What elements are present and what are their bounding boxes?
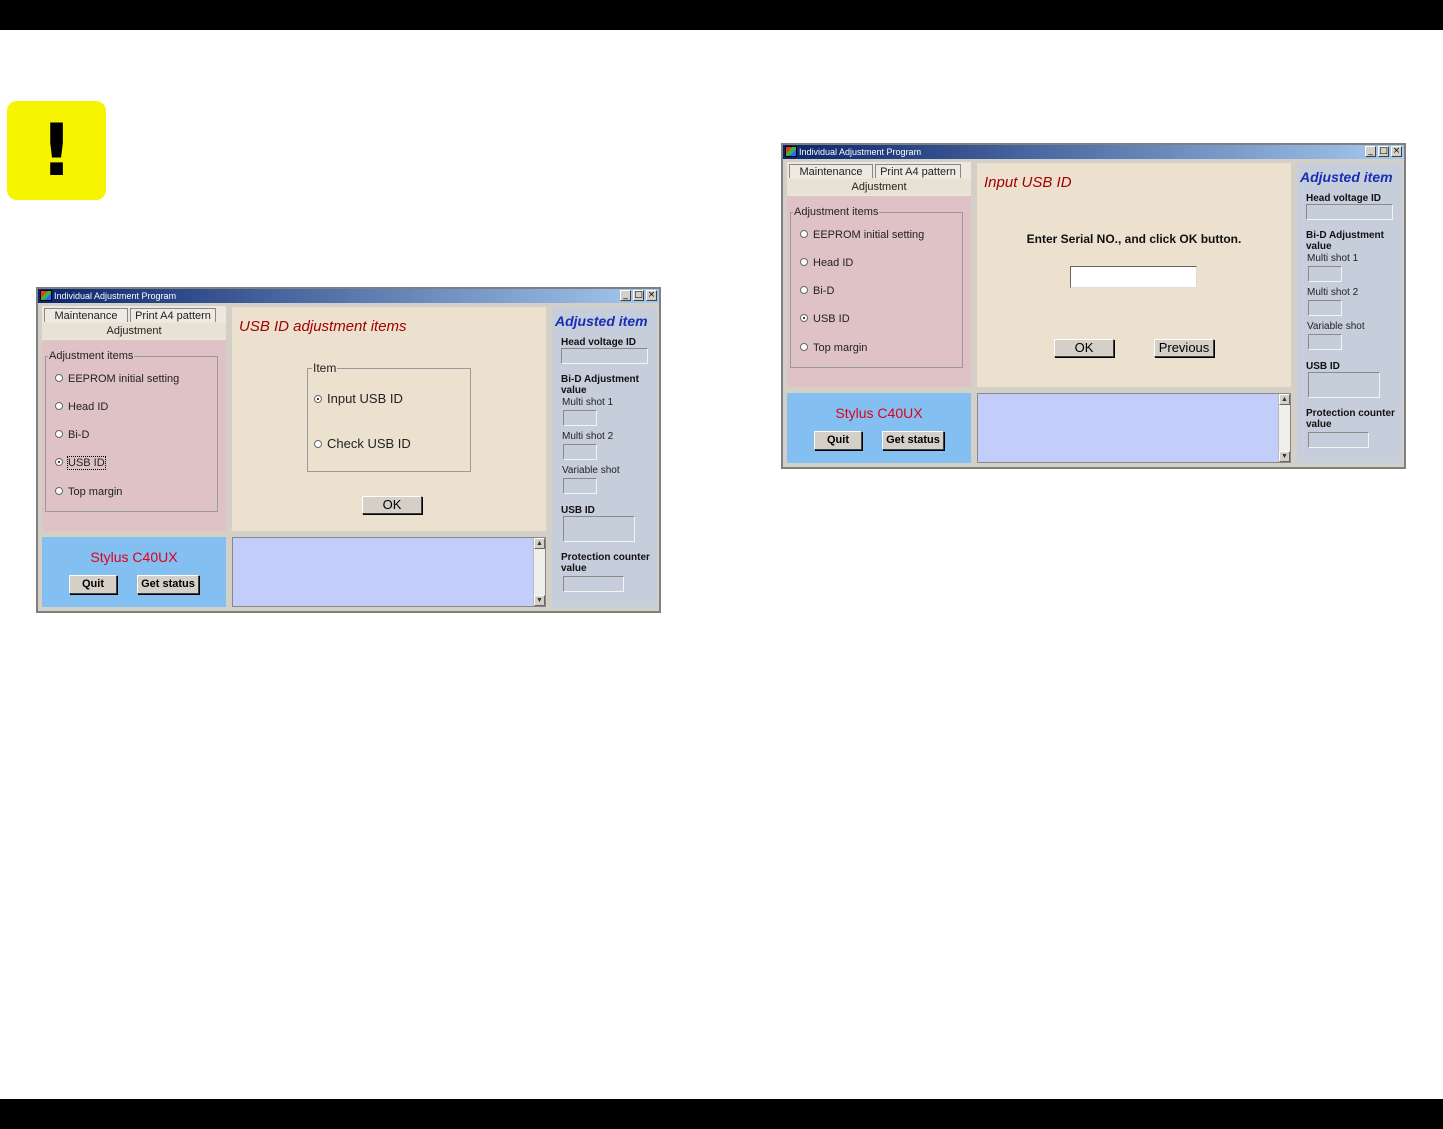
adjustment-items-area: Adjustment items EEPROM initial setting … [787, 196, 971, 387]
multi-shot-2-label: Multi shot 2 [562, 431, 614, 442]
window-title: Individual Adjustment Program [799, 147, 922, 157]
main-panel: USB ID adjustment items Item Input USB I… [232, 307, 546, 531]
left-panel: Maintenance Print A4 pattern Adjustment … [42, 306, 226, 531]
multi-shot-1-label: Multi shot 1 [562, 397, 614, 408]
adjustment-window-1: Individual Adjustment Program _ □ × Main… [36, 287, 661, 613]
adjusted-item-title: Adjusted item [1300, 169, 1393, 185]
scroll-down-icon[interactable]: ▼ [534, 595, 545, 606]
adjusted-item-title: Adjusted item [555, 313, 648, 329]
model-panel: Stylus C40UX Quit Get status [787, 393, 971, 463]
caution-icon: ! [7, 101, 106, 200]
get-status-button[interactable]: Get status [882, 431, 944, 450]
quit-button[interactable]: Quit [814, 431, 862, 450]
model-panel: Stylus C40UX Quit Get status [42, 537, 226, 607]
close-icon[interactable]: × [646, 290, 657, 301]
maximize-icon[interactable]: □ [633, 290, 644, 301]
multi-shot-1-value [1308, 266, 1342, 282]
window-title: Individual Adjustment Program [54, 291, 177, 301]
model-name: Stylus C40UX [835, 405, 923, 421]
radio-top-margin[interactable]: Top margin [55, 485, 122, 499]
usb-id-label: USB ID [561, 505, 595, 516]
log-scrollbar[interactable]: ▲ ▼ [1278, 394, 1290, 462]
main-title: Input USB ID [984, 174, 1072, 191]
main-panel: Input USB ID Enter Serial NO., and click… [977, 163, 1291, 387]
variable-shot-label: Variable shot [562, 465, 620, 476]
ok-button[interactable]: OK [362, 496, 422, 514]
bottom-black-bar [0, 1099, 1443, 1129]
adjusted-item-panel: Adjusted item Head voltage ID Bi-D Adjus… [552, 307, 657, 607]
variable-shot-value [563, 478, 597, 494]
app-icon [40, 290, 52, 301]
get-status-button[interactable]: Get status [137, 575, 199, 594]
radio-input-usb-id[interactable]: Input USB ID [314, 392, 403, 406]
radio-bi-d[interactable]: Bi-D [55, 428, 89, 442]
status-log[interactable]: ▲ ▼ [977, 393, 1291, 463]
multi-shot-2-value [563, 444, 597, 460]
log-scrollbar[interactable]: ▲ ▼ [533, 538, 545, 606]
usb-id-label: USB ID [1306, 361, 1340, 372]
multi-shot-2-value [1308, 300, 1342, 316]
close-icon[interactable]: × [1391, 146, 1402, 157]
item-group-label: Item [312, 361, 338, 375]
multi-shot-1-label: Multi shot 1 [1307, 253, 1359, 264]
head-voltage-label: Head voltage ID [561, 337, 637, 348]
tab-print-a4-pattern[interactable]: Print A4 pattern [130, 308, 216, 322]
radio-top-margin[interactable]: Top margin [800, 341, 867, 355]
scroll-up-icon[interactable]: ▲ [1279, 394, 1290, 405]
item-group [307, 368, 471, 472]
protection-counter-value [563, 576, 624, 592]
instruction-text: Enter Serial NO., and click OK button. [1026, 232, 1242, 246]
status-log[interactable]: ▲ ▼ [232, 537, 546, 607]
tab-print-a4-pattern[interactable]: Print A4 pattern [875, 164, 961, 178]
top-black-bar [0, 0, 1443, 30]
bi-d-adjustment-label: Bi-D Adjustment value [561, 374, 639, 396]
protection-counter-value [1308, 432, 1369, 448]
radio-usb-id[interactable]: USB ID [55, 456, 106, 470]
tab-maintenance[interactable]: Maintenance [789, 164, 873, 178]
multi-shot-1-value [563, 410, 597, 426]
minimize-icon[interactable]: _ [620, 290, 631, 301]
radio-head-id[interactable]: Head ID [800, 256, 853, 270]
variable-shot-value [1308, 334, 1342, 350]
variable-shot-label: Variable shot [1307, 321, 1365, 332]
title-bar[interactable]: Individual Adjustment Program _ □ × [38, 289, 659, 303]
maximize-icon[interactable]: □ [1378, 146, 1389, 157]
tab-adjustment[interactable]: Adjustment [787, 179, 971, 195]
radio-usb-id[interactable]: USB ID [800, 312, 850, 326]
adjustment-items-area: Adjustment items EEPROM initial setting … [42, 340, 226, 531]
radio-check-usb-id[interactable]: Check USB ID [314, 437, 411, 451]
protection-counter-label: Protection counter value [1306, 408, 1395, 430]
bi-d-adjustment-label: Bi-D Adjustment value [1306, 230, 1384, 252]
app-icon [785, 146, 797, 157]
minimize-icon[interactable]: _ [1365, 146, 1376, 157]
head-voltage-label: Head voltage ID [1306, 193, 1382, 204]
quit-button[interactable]: Quit [69, 575, 117, 594]
adjustment-window-2: Individual Adjustment Program _ □ × Main… [781, 143, 1406, 469]
radio-head-id[interactable]: Head ID [55, 400, 108, 414]
radio-eeprom-initial-setting[interactable]: EEPROM initial setting [800, 228, 924, 242]
head-voltage-value [561, 348, 648, 364]
head-voltage-value [1306, 204, 1393, 220]
usb-id-value [1308, 372, 1380, 398]
serial-number-input[interactable] [1070, 266, 1197, 288]
caution-symbol: ! [40, 108, 73, 192]
left-panel: Maintenance Print A4 pattern Adjustment … [787, 162, 971, 387]
group-label: Adjustment items [48, 350, 135, 362]
usb-id-value [563, 516, 635, 542]
adjusted-item-panel: Adjusted item Head voltage ID Bi-D Adjus… [1297, 163, 1402, 463]
group-label: Adjustment items [793, 206, 880, 218]
main-title: USB ID adjustment items [239, 318, 407, 335]
ok-button[interactable]: OK [1054, 339, 1114, 357]
scroll-up-icon[interactable]: ▲ [534, 538, 545, 549]
scroll-down-icon[interactable]: ▼ [1279, 451, 1290, 462]
tab-maintenance[interactable]: Maintenance [44, 308, 128, 322]
model-name: Stylus C40UX [90, 549, 178, 565]
tab-adjustment[interactable]: Adjustment [42, 323, 226, 339]
radio-eeprom-initial-setting[interactable]: EEPROM initial setting [55, 372, 179, 386]
protection-counter-label: Protection counter value [561, 552, 650, 574]
radio-bi-d[interactable]: Bi-D [800, 284, 834, 298]
previous-button[interactable]: Previous [1154, 339, 1214, 357]
title-bar[interactable]: Individual Adjustment Program _ □ × [783, 145, 1404, 159]
multi-shot-2-label: Multi shot 2 [1307, 287, 1359, 298]
